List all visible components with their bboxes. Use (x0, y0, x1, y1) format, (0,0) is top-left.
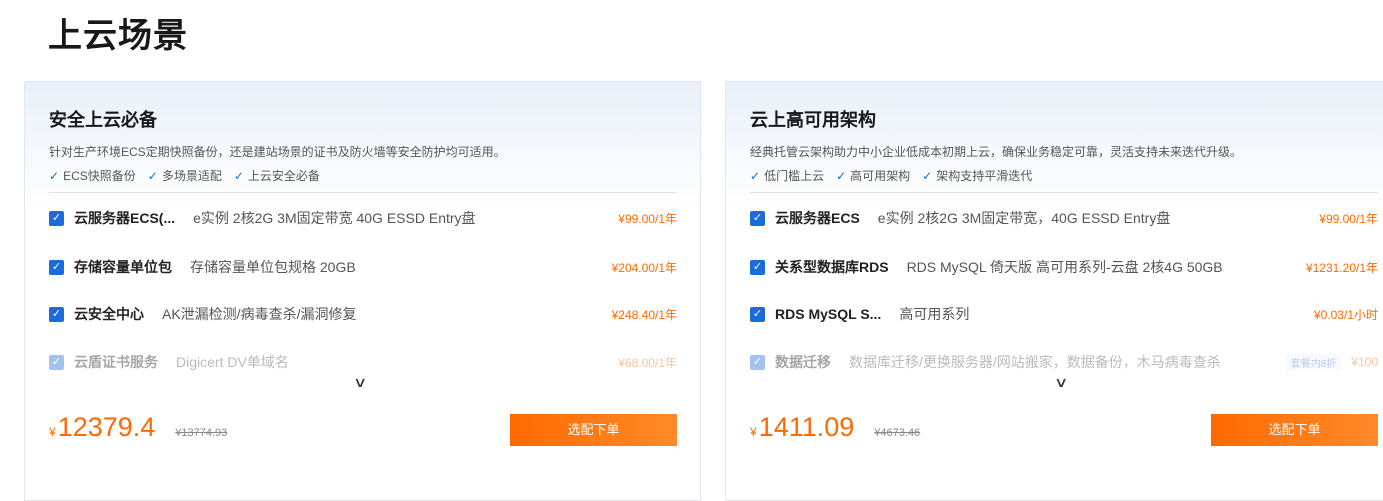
check-icon: ✓ (233, 169, 244, 183)
check-icon: ✓ (836, 169, 847, 183)
product-name[interactable]: 数据迁移 (775, 352, 831, 372)
product-spec: 存储容量单位包规格 20GB (190, 259, 356, 275)
feature-item: ✓ ECS快照备份 (49, 169, 136, 183)
product-price: ¥204.00/1年 (611, 260, 677, 275)
product-spec: 数据库迁移/更换服务器/网站搬家，数据备份，木马病毒查杀 (849, 354, 1221, 370)
divider (49, 192, 677, 193)
product-spec: RDS MySQL 倚天版 高可用系列-云盘 2核4G 50GB (906, 259, 1223, 275)
product-row: ✓ 数据迁移 数据库迁移/更换服务器/网站搬家，数据备份，木马病毒查杀 套餐内8… (750, 352, 1378, 372)
check-icon: ✓ (750, 169, 761, 183)
feature-list: ✓ 低门槛上云 ✓ 高可用架构 ✓ 架构支持平滑迭代 (750, 167, 1032, 184)
original-price: ¥13774.93 (175, 427, 228, 439)
order-button[interactable]: 选配下单 (510, 414, 677, 446)
product-name[interactable]: 关系型数据库RDS (775, 257, 889, 277)
product-name[interactable]: 云盾证书服务 (74, 352, 158, 372)
product-row: ✓ 云安全中心 AK泄漏检测/病毒查杀/漏洞修复 ¥248.40/1年 (49, 304, 677, 324)
product-name[interactable]: 云服务器ECS(... (74, 208, 175, 228)
check-icon: ✓ (922, 169, 933, 183)
product-name[interactable]: RDS MySQL S... (775, 306, 881, 322)
product-price: ¥248.40/1年 (611, 307, 677, 322)
product-spec: 高可用系列 (899, 306, 970, 322)
feature-item: ✓ 架构支持平滑迭代 (922, 169, 1033, 183)
divider (750, 192, 1378, 193)
feature-item: ✓ 多场景适配 (147, 169, 222, 183)
product-row: ✓ 关系型数据库RDS RDS MySQL 倚天版 高可用系列-云盘 2核4G … (750, 257, 1378, 277)
chevron-down-icon[interactable]: ∨ (1054, 374, 1068, 391)
product-checkbox[interactable]: ✓ (49, 210, 64, 226)
product-price: ¥99.00/1年 (1319, 211, 1378, 226)
scenario-card: 云上高可用架构 经典托管云架构助力中小企业低成本初期上云，确保业务稳定可靠，灵活… (725, 81, 1383, 501)
product-row: ✓ 云服务器ECS(... e实例 2核2G 3M固定带宽 40G ESSD E… (49, 208, 677, 228)
product-name[interactable]: 云安全中心 (74, 304, 144, 324)
card-description: 针对生产环境ECS定期快照备份，还是建站场景的证书及防火墙等安全防护均可适用。 (49, 145, 506, 159)
product-spec: e实例 2核2G 3M固定带宽 40G ESSD Entry盘 (193, 210, 476, 226)
page-title: 上云场景 (48, 17, 188, 55)
product-price: ¥99.00/1年 (618, 211, 677, 226)
product-row: ✓ 云服务器ECS e实例 2核2G 3M固定带宽，40G ESSD Entry… (750, 208, 1378, 228)
product-spec: Digicert DV单域名 (176, 354, 289, 370)
product-price: ¥100 (1351, 355, 1378, 369)
order-button[interactable]: 选配下单 (1211, 414, 1378, 446)
total-price: ¥1411.09 ¥4673.46 (750, 412, 921, 442)
product-row: ✓ 云盾证书服务 Digicert DV单域名 ¥68.00/1年 (49, 352, 677, 372)
product-price: ¥68.00/1年 (618, 355, 677, 370)
product-row: ✓ 存储容量单位包 存储容量单位包规格 20GB ¥204.00/1年 (49, 257, 677, 277)
product-price: ¥0.03/1小时 (1313, 307, 1378, 322)
product-checkbox[interactable]: ✓ (49, 306, 64, 322)
chevron-down-icon[interactable]: ∨ (353, 374, 367, 391)
product-checkbox[interactable]: ✓ (750, 210, 765, 226)
product-checkbox[interactable]: ✓ (49, 259, 64, 275)
card-description: 经典托管云架构助力中小企业低成本初期上云，确保业务稳定可靠，灵活支持未来迭代升级… (750, 145, 1243, 159)
check-icon: ✓ (147, 169, 158, 183)
feature-item: ✓ 上云安全必备 (233, 169, 320, 183)
feature-list: ✓ ECS快照备份 ✓ 多场景适配 ✓ 上云安全必备 (49, 167, 320, 184)
product-checkbox[interactable]: ✓ (750, 306, 765, 322)
product-spec: e实例 2核2G 3M固定带宽，40G ESSD Entry盘 (877, 210, 1171, 226)
product-name[interactable]: 存储容量单位包 (74, 257, 172, 277)
product-checkbox[interactable]: ✓ (49, 354, 64, 370)
original-price: ¥4673.46 (874, 427, 921, 439)
total-price: ¥12379.4 ¥13774.93 (49, 412, 228, 442)
product-checkbox[interactable]: ✓ (750, 354, 765, 370)
product-spec: AK泄漏检测/病毒查杀/漏洞修复 (162, 306, 357, 322)
feature-item: ✓ 低门槛上云 (750, 169, 825, 183)
feature-item: ✓ 高可用架构 (836, 169, 911, 183)
product-row: ✓ RDS MySQL S... 高可用系列 ¥0.03/1小时 (750, 304, 1378, 324)
product-price: ¥1231.20/1年 (1305, 260, 1378, 275)
product-checkbox[interactable]: ✓ (750, 259, 765, 275)
discount-badge: 套餐内8折 (1285, 353, 1342, 371)
scenario-card: 安全上云必备 针对生产环境ECS定期快照备份，还是建站场景的证书及防火墙等安全防… (24, 81, 701, 501)
card-title: 云上高可用架构 (750, 110, 876, 130)
card-title: 安全上云必备 (49, 110, 157, 130)
product-name[interactable]: 云服务器ECS (775, 208, 860, 228)
check-icon: ✓ (49, 169, 60, 183)
